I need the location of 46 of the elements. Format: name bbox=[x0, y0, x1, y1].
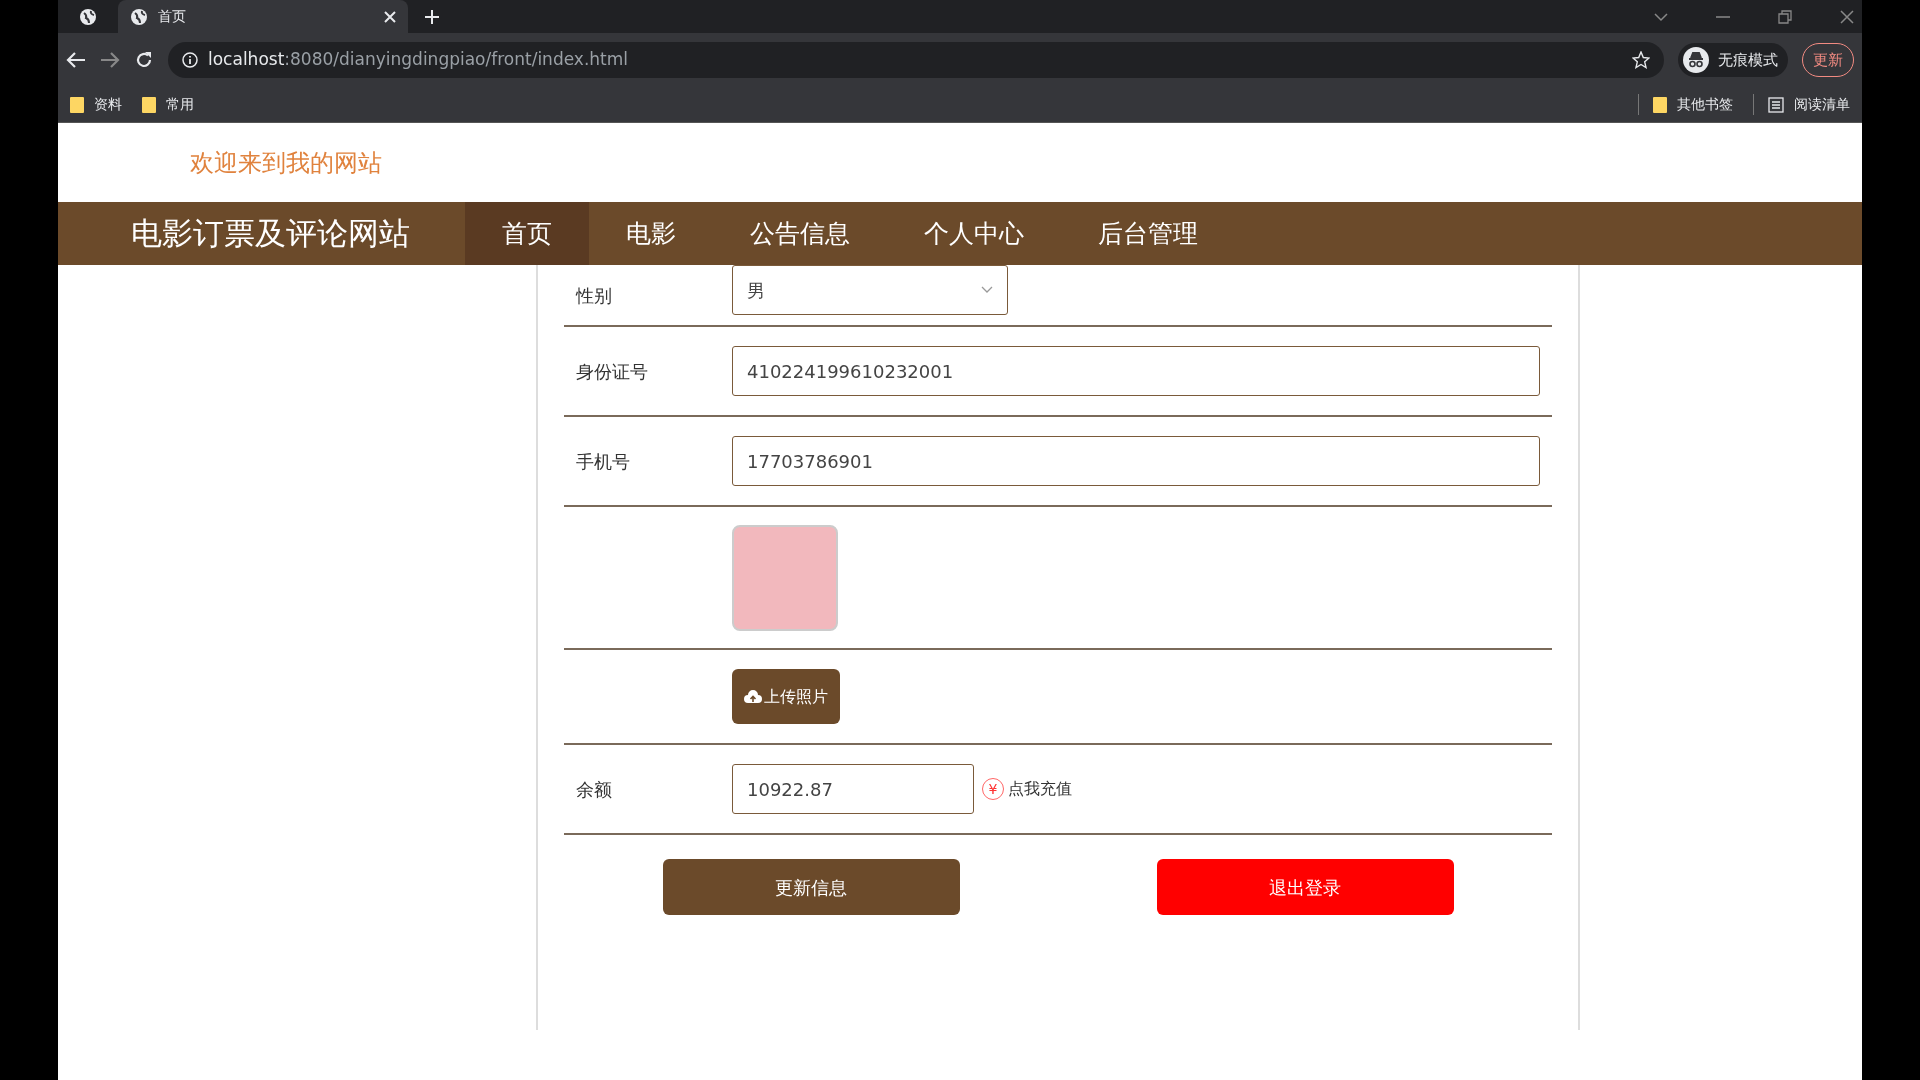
star-icon[interactable] bbox=[1632, 51, 1650, 69]
gender-select[interactable]: 男 bbox=[732, 265, 1008, 315]
bookmark-item[interactable]: 其他书签 bbox=[1638, 94, 1733, 115]
back-arrow-icon[interactable] bbox=[66, 51, 86, 69]
close-icon[interactable] bbox=[1840, 9, 1854, 24]
welcome-text: 欢迎来到我的网站 bbox=[189, 147, 383, 179]
field-label: 身份证号 bbox=[576, 360, 648, 382]
restore-icon[interactable] bbox=[1778, 9, 1792, 24]
upload-photo-button[interactable]: 上传照片 bbox=[732, 669, 840, 724]
info-icon bbox=[182, 52, 198, 68]
plus-icon[interactable] bbox=[424, 8, 440, 25]
address-bar[interactable]: localhost:8080/dianyingdingpiao/front/index.html bbox=[168, 42, 1664, 78]
nav-link[interactable]: 首页 bbox=[465, 202, 589, 265]
field-label: 余额 bbox=[576, 778, 612, 800]
field-label: 性别 bbox=[576, 284, 612, 306]
recharge-link[interactable]: ¥ 点我充值 bbox=[982, 777, 1072, 801]
url-text: localhost:8080/dianyingdingpiao/front/index.html bbox=[208, 48, 630, 72]
field-label: 手机号 bbox=[576, 450, 630, 472]
bookmark-item[interactable]: 常用 bbox=[142, 94, 194, 115]
cloud-upload-icon bbox=[744, 689, 762, 704]
nav-link[interactable]: 后台管理 bbox=[1061, 202, 1235, 265]
site-title: 电影订票及评论网站 bbox=[130, 214, 411, 254]
text-field[interactable]: 17703786901 bbox=[732, 436, 1540, 486]
logout-button[interactable]: 退出登录 bbox=[1156, 859, 1454, 915]
globe-icon bbox=[79, 7, 97, 26]
minimize-icon[interactable] bbox=[1716, 14, 1730, 19]
folder-icon bbox=[1653, 96, 1667, 113]
update-info-button[interactable]: 更新信息 bbox=[662, 859, 960, 915]
globe-icon bbox=[130, 7, 148, 26]
forward-arrow-icon[interactable] bbox=[100, 51, 120, 69]
reload-icon[interactable] bbox=[134, 50, 154, 70]
incognito-label: 无痕模式 bbox=[1718, 49, 1778, 71]
balance-field[interactable]: 10922.87 bbox=[732, 764, 974, 814]
reading-list-button[interactable]: 阅读清单 bbox=[1753, 94, 1850, 115]
nav-link[interactable]: 公告信息 bbox=[713, 202, 887, 265]
browser-tab[interactable]: 首页 bbox=[118, 0, 408, 33]
bookmark-item[interactable]: 资料 bbox=[70, 94, 122, 115]
chevron-down-icon[interactable] bbox=[1654, 11, 1668, 22]
chevron-down-icon bbox=[981, 286, 993, 294]
nav-link[interactable]: 电影 bbox=[589, 202, 713, 265]
nav-link[interactable]: 个人中心 bbox=[887, 202, 1061, 265]
folder-icon bbox=[70, 96, 84, 113]
list-icon bbox=[1768, 96, 1784, 113]
incognito-icon bbox=[1682, 46, 1710, 74]
folder-icon bbox=[142, 96, 156, 113]
text-field[interactable]: 410224199610232001 bbox=[732, 346, 1540, 396]
